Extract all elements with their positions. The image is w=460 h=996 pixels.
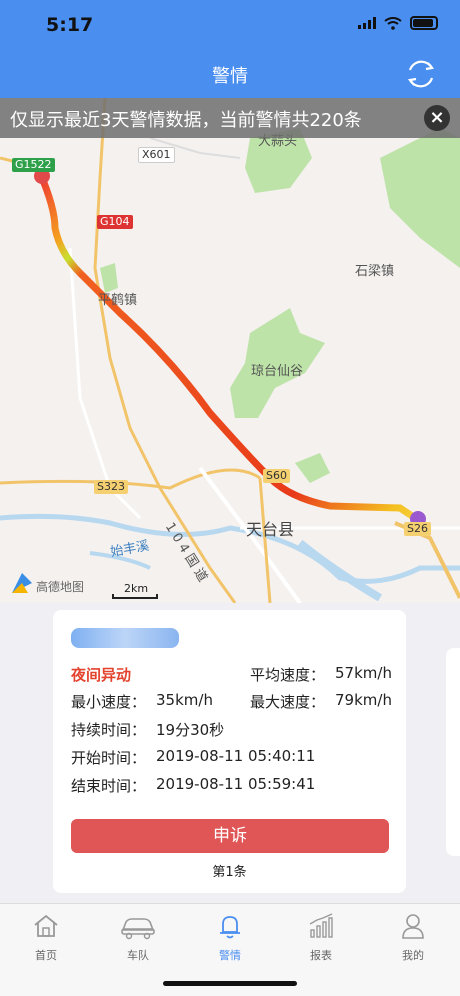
start-time-value: 2019-08-11 05:40:11: [156, 747, 316, 765]
signal-icon: [358, 17, 376, 29]
road-badge-s323: S323: [94, 480, 128, 494]
tab-label-profile: 我的: [402, 949, 424, 962]
notice-banner: 仅显示最近3天警情数据，当前警情共220条 ×: [0, 98, 460, 138]
map-label-qiongtai: 琼台仙谷: [251, 364, 304, 379]
map-label-pinghe: 平鹤镇: [98, 293, 138, 308]
alert-type: 夜间异动: [71, 666, 132, 684]
home-indicator: [163, 981, 297, 986]
map-view[interactable]: 大蒜头 石梁镇 平鹤镇 琼台仙谷 天台县 104国道 始丰溪 2km 高德地图 …: [0, 98, 460, 603]
wifi-icon: [384, 16, 402, 30]
house-icon: [34, 914, 58, 937]
map-provider-logo: 高德地图: [36, 580, 85, 594]
tab-alerts[interactable]: 警情: [200, 912, 260, 963]
map-label-shiliang: 石梁镇: [355, 264, 395, 279]
duration-value: 19分30秒: [156, 721, 225, 739]
tab-label-home: 首页: [35, 949, 57, 962]
notice-text: 仅显示最近3天警情数据，当前警情共220条: [10, 110, 362, 131]
avg-speed-label: 平均速度：: [250, 666, 326, 684]
tab-label-fleet: 车队: [127, 949, 149, 962]
min-speed-label: 最小速度：: [71, 693, 147, 711]
map-label-tiantai: 天台县: [246, 520, 295, 539]
avg-speed-value: 57km/h: [335, 664, 392, 682]
tab-label-alerts: 警情: [219, 949, 241, 962]
status-time: 5:17: [46, 14, 94, 36]
status-bar: 5:17: [0, 0, 460, 50]
tab-label-reports: 报表: [310, 949, 332, 962]
close-icon[interactable]: ×: [424, 105, 450, 131]
end-time-value: 2019-08-11 05:59:41: [156, 775, 316, 793]
refresh-icon[interactable]: [404, 57, 438, 91]
road-badge-s60: S60: [263, 469, 290, 483]
alert-card: 夜间异动 平均速度： 57km/h 最小速度： 35km/h 最大速度： 79k…: [53, 610, 406, 893]
appeal-button[interactable]: 申诉: [71, 819, 389, 853]
road-badge-x601: X601: [138, 147, 175, 163]
road-badge-s26: S26: [404, 522, 431, 536]
map-scale-label: 2km: [124, 582, 149, 595]
duration-label: 持续时间：: [71, 721, 147, 739]
car-icon: [121, 918, 155, 940]
road-badge-g1522: G1522: [12, 158, 55, 172]
battery-icon: [410, 16, 438, 30]
max-speed-value: 79km/h: [335, 691, 392, 709]
chart-icon: [309, 913, 333, 938]
person-icon: [402, 914, 424, 939]
tab-fleet[interactable]: 车队: [108, 912, 168, 963]
page-indicator: 第1条: [212, 865, 247, 880]
start-time-label: 开始时间：: [71, 749, 147, 767]
plate-number-blurred: [71, 628, 179, 648]
page-title: 警情: [212, 66, 248, 87]
end-time-label: 结束时间：: [71, 777, 147, 795]
status-icons: [358, 16, 438, 30]
max-speed-label: 最大速度：: [250, 693, 326, 711]
tab-home[interactable]: 首页: [16, 912, 76, 963]
bell-icon: [220, 916, 240, 939]
tab-profile[interactable]: 我的: [383, 912, 443, 963]
tab-reports[interactable]: 报表: [291, 912, 351, 963]
road-badge-g104: G104: [97, 215, 133, 229]
nav-bar: 警情: [0, 50, 460, 98]
next-alert-card-peek[interactable]: [446, 648, 460, 856]
min-speed-value: 35km/h: [156, 691, 213, 709]
